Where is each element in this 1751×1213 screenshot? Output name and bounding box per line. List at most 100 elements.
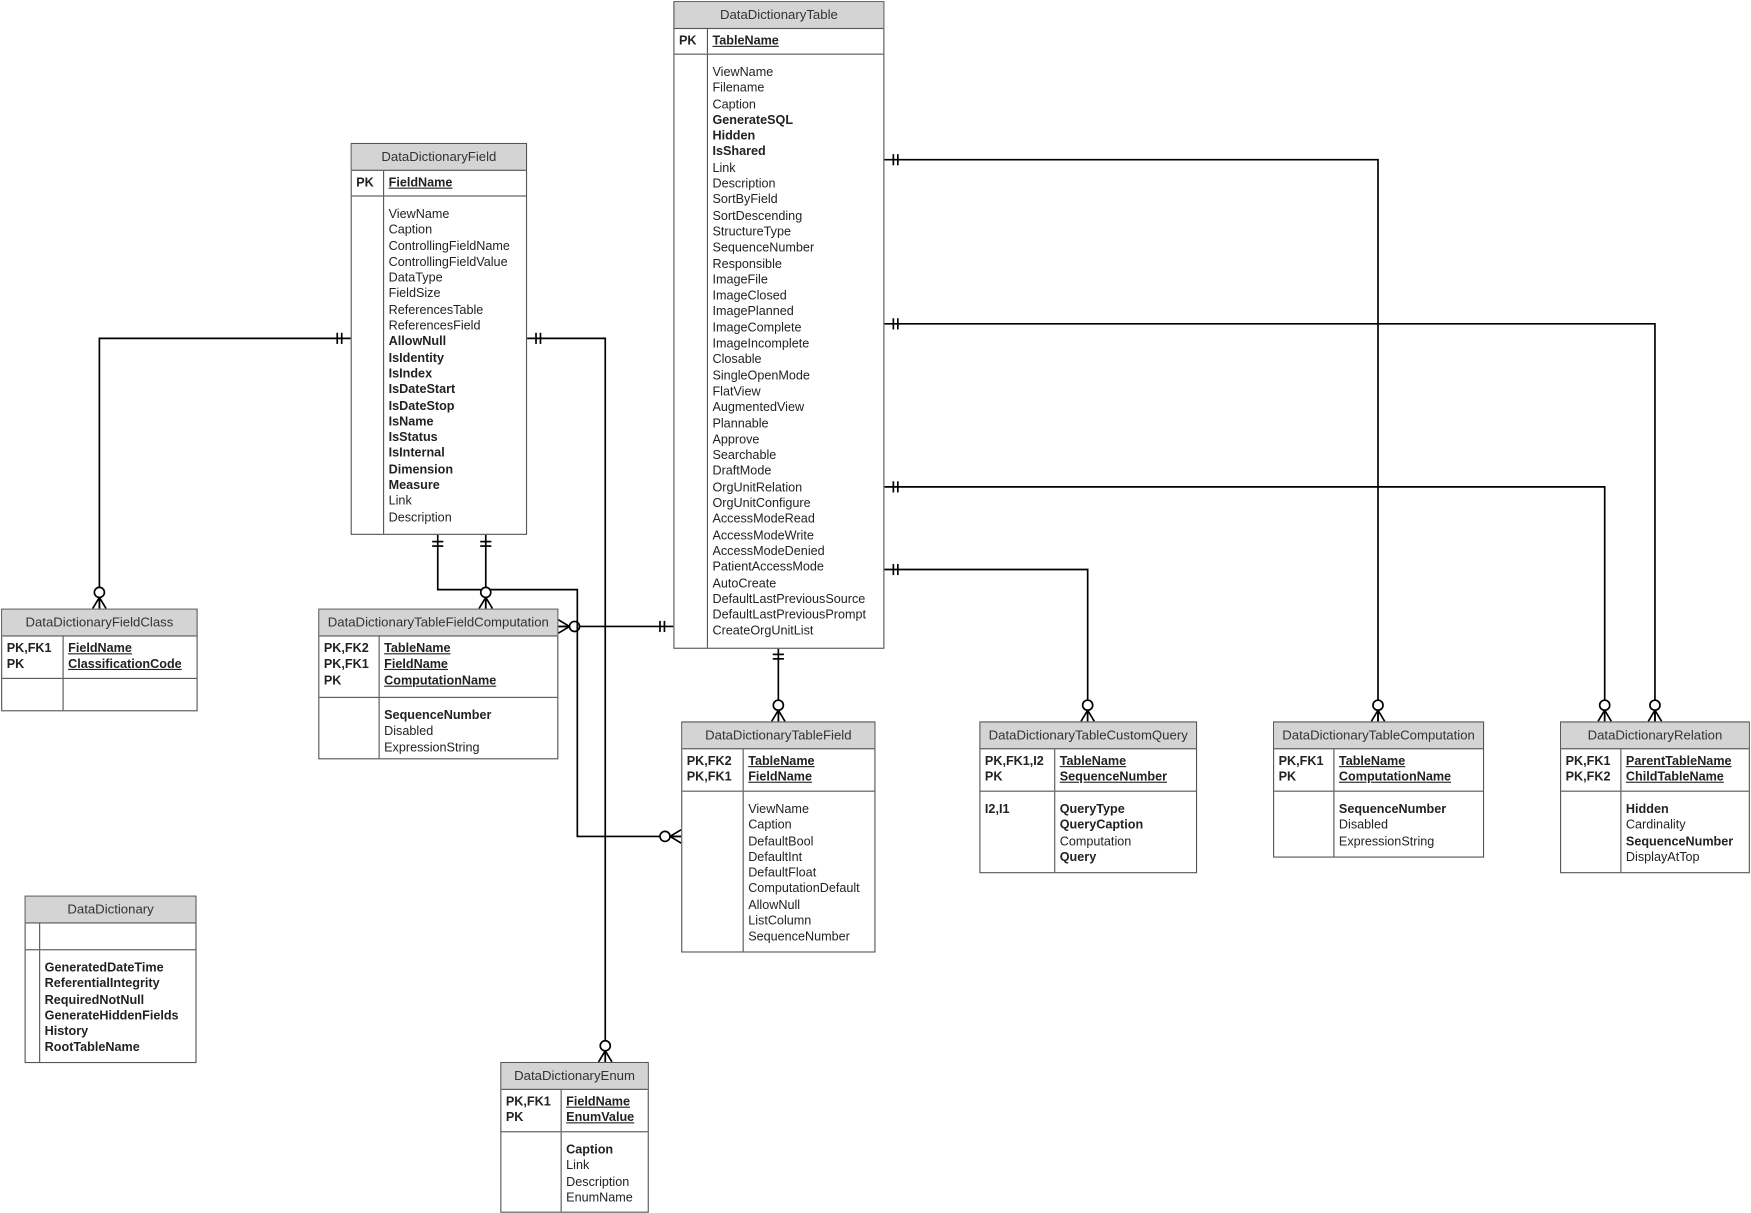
entity-data-dictionary-table-field[interactable]: DataDictionaryTableField PK,FK2 PK,FK1 Tabl…	[681, 721, 876, 953]
attribute-field[interactable]: Caption	[712, 97, 866, 113]
primary-key-field[interactable]: FieldName	[384, 657, 496, 673]
attribute-field[interactable]: ReferentialIntegrity	[45, 976, 179, 992]
attribute-field[interactable]: ImageIncomplete	[712, 336, 866, 352]
attribute-field[interactable]: OrgUnitRelation	[712, 480, 866, 496]
attribute-field[interactable]: QueryCaption	[1060, 818, 1143, 834]
primary-key-field[interactable]: TableName	[712, 34, 778, 50]
attribute-field[interactable]: Searchable	[712, 448, 866, 464]
attribute-field[interactable]: SequenceNumber	[1626, 834, 1733, 850]
attribute-field[interactable]: Hidden	[1626, 802, 1733, 818]
attribute-field[interactable]: Disabled	[1339, 818, 1446, 834]
entity-data-dictionary-field[interactable]: DataDictionaryField PK FieldName ViewName Ca…	[350, 142, 528, 535]
attribute-field[interactable]: IsInternal	[389, 446, 510, 462]
attribute-field[interactable]: Filename	[712, 81, 866, 97]
primary-key-field[interactable]: ComputationName	[1339, 770, 1451, 786]
attribute-field[interactable]: ControllingFieldName	[389, 239, 510, 255]
attribute-field[interactable]: ControllingFieldValue	[389, 254, 510, 270]
primary-key-field[interactable]: FieldName	[389, 175, 453, 191]
entity-data-dictionary-table-computation[interactable]: DataDictionaryTableComputation PK,FK1 PK Ta…	[1273, 721, 1485, 858]
attribute-field[interactable]: IsIndex	[389, 366, 510, 382]
attribute-field[interactable]: ReferencesField	[389, 318, 510, 334]
attribute-field[interactable]: Responsible	[712, 256, 866, 272]
attribute-field[interactable]: FieldSize	[389, 286, 510, 302]
primary-key-field[interactable]: ComputationName	[384, 673, 496, 689]
attribute-field[interactable]: ImageComplete	[712, 320, 866, 336]
primary-key-field[interactable]: SequenceNumber	[1060, 770, 1167, 786]
attribute-field[interactable]: PatientAccessMode	[712, 560, 866, 576]
attribute-field[interactable]: AccessModeRead	[712, 512, 866, 528]
entity-data-dictionary[interactable]: DataDictionary GeneratedDateTime Referenti…	[24, 895, 197, 1064]
primary-key-field[interactable]: TableName	[384, 641, 496, 657]
attribute-field[interactable]: ViewName	[748, 802, 860, 818]
attribute-field[interactable]: Dimension	[389, 462, 510, 478]
attribute-field[interactable]: DefaultLastPreviousSource	[712, 592, 866, 608]
attribute-field[interactable]: GenerateSQL	[712, 113, 866, 129]
attribute-field[interactable]: EnumName	[566, 1190, 633, 1206]
attribute-field[interactable]: DataType	[389, 270, 510, 286]
attribute-field[interactable]: SortByField	[712, 192, 866, 208]
attribute-field[interactable]: AugmentedView	[712, 400, 866, 416]
attribute-field[interactable]: GeneratedDateTime	[45, 960, 179, 976]
attribute-field[interactable]: SequenceNumber	[1339, 802, 1446, 818]
attribute-field[interactable]: AllowNull	[389, 334, 510, 350]
attribute-field[interactable]: Computation	[1060, 834, 1143, 850]
attribute-field[interactable]: SingleOpenMode	[712, 368, 866, 384]
attribute-field[interactable]: Caption	[566, 1142, 633, 1158]
primary-key-field[interactable]: FieldName	[748, 770, 814, 786]
attribute-field[interactable]: ViewName	[712, 65, 866, 81]
primary-key-field[interactable]: FieldName	[566, 1094, 634, 1110]
attribute-field[interactable]: ImagePlanned	[712, 304, 866, 320]
attribute-field[interactable]: ListColumn	[748, 914, 860, 930]
attribute-field[interactable]: IsDateStart	[389, 382, 510, 398]
entity-data-dictionary-table-field-computation[interactable]: DataDictionaryTableFieldComputation PK,FK…	[318, 608, 559, 760]
primary-key-field[interactable]: ChildTableName	[1626, 770, 1732, 786]
attribute-field[interactable]: Hidden	[712, 129, 866, 145]
attribute-field[interactable]: QueryType	[1060, 802, 1143, 818]
attribute-field[interactable]: ImageClosed	[712, 288, 866, 304]
attribute-field[interactable]: Approve	[712, 432, 866, 448]
primary-key-field[interactable]: FieldName	[68, 641, 182, 657]
attribute-field[interactable]: IsDateStop	[389, 398, 510, 414]
attribute-field[interactable]: ExpressionString	[1339, 834, 1446, 850]
attribute-field[interactable]: Caption	[389, 223, 510, 239]
entity-data-dictionary-table[interactable]: DataDictionaryTable PK TableName ViewName Fi…	[673, 1, 885, 649]
attribute-field[interactable]: SortDescending	[712, 208, 866, 224]
attribute-field[interactable]: Disabled	[384, 724, 491, 740]
primary-key-field[interactable]: ParentTableName	[1626, 754, 1732, 770]
attribute-field[interactable]: Description	[566, 1174, 633, 1190]
entity-data-dictionary-relation[interactable]: DataDictionaryRelation PK,FK1 PK,FK2 Parent…	[1560, 721, 1750, 874]
attribute-field[interactable]: StructureType	[712, 224, 866, 240]
attribute-field[interactable]: AutoCreate	[712, 576, 866, 592]
attribute-field[interactable]: Link	[389, 494, 510, 510]
attribute-field[interactable]: DraftMode	[712, 464, 866, 480]
attribute-field[interactable]: OrgUnitConfigure	[712, 496, 866, 512]
attribute-field[interactable]: Cardinality	[1626, 818, 1733, 834]
attribute-field[interactable]: ImageFile	[712, 272, 866, 288]
attribute-field[interactable]: SequenceNumber	[712, 240, 866, 256]
attribute-field[interactable]: AccessModeDenied	[712, 544, 866, 560]
primary-key-field[interactable]: TableName	[1060, 754, 1167, 770]
attribute-field[interactable]: Link	[712, 161, 866, 177]
attribute-field[interactable]: Link	[566, 1158, 633, 1174]
attribute-field[interactable]: FlatView	[712, 384, 866, 400]
primary-key-field[interactable]: EnumValue	[566, 1110, 634, 1126]
attribute-field[interactable]: Caption	[748, 818, 860, 834]
entity-data-dictionary-table-custom-query[interactable]: DataDictionaryTableCustomQuery PK,FK1,I2 P…	[979, 721, 1198, 874]
attribute-field[interactable]: GenerateHiddenFields	[45, 1008, 179, 1024]
attribute-field[interactable]: AllowNull	[748, 898, 860, 914]
attribute-field[interactable]: DefaultBool	[748, 834, 860, 850]
attribute-field[interactable]: IsName	[389, 414, 510, 430]
attribute-field[interactable]: Description	[389, 510, 510, 526]
attribute-field[interactable]: Plannable	[712, 416, 866, 432]
attribute-field[interactable]: RequiredNotNull	[45, 992, 179, 1008]
attribute-field[interactable]: SequenceNumber	[748, 930, 860, 946]
attribute-field[interactable]: RootTableName	[45, 1040, 179, 1056]
attribute-field[interactable]: CreateOrgUnitList	[712, 624, 866, 640]
attribute-field[interactable]: ComputationDefault	[748, 882, 860, 898]
attribute-field[interactable]: IsStatus	[389, 430, 510, 446]
attribute-field[interactable]: DefaultInt	[748, 850, 860, 866]
attribute-field[interactable]: DisplayAtTop	[1626, 850, 1733, 866]
attribute-field[interactable]: ReferencesTable	[389, 302, 510, 318]
attribute-field[interactable]: Description	[712, 177, 866, 193]
attribute-field[interactable]: Measure	[389, 478, 510, 494]
